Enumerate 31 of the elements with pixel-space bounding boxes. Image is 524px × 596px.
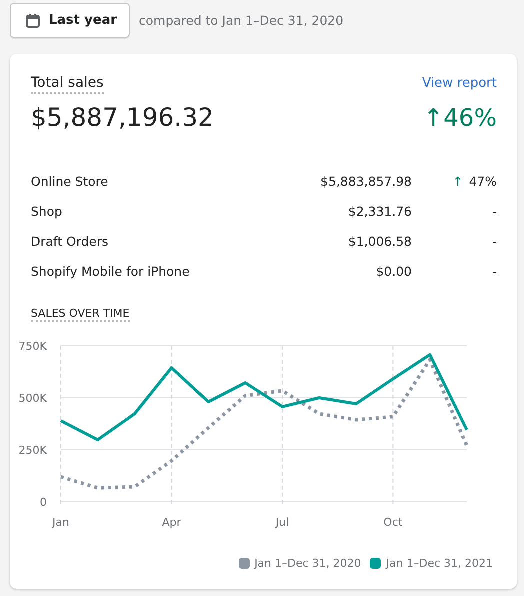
channel-name: Online Store bbox=[31, 174, 110, 188]
channel-change: - bbox=[492, 204, 497, 218]
channel-name: Shopify Mobile for iPhone bbox=[31, 264, 191, 278]
y-axis-label: 500K bbox=[18, 392, 47, 405]
channel-name: Shop bbox=[31, 204, 64, 218]
legend-label: Jan 1–Dec 31, 2020 bbox=[254, 557, 362, 570]
total-change: ↑46% bbox=[424, 104, 497, 132]
channel-name: Draft Orders bbox=[31, 234, 110, 248]
x-axis-label: Oct bbox=[384, 516, 403, 529]
channel-change: - bbox=[492, 234, 497, 248]
total-sales-value: $5,887,196.32 bbox=[31, 103, 214, 132]
x-axis-label: Apr bbox=[162, 516, 182, 529]
channel-amount: $0.00 bbox=[375, 264, 412, 278]
card-title: Total sales bbox=[31, 75, 104, 94]
channel-amount: $5,883,857.98 bbox=[320, 174, 412, 188]
x-axis-label: Jul bbox=[276, 516, 290, 529]
up-arrow: ↑ bbox=[452, 174, 464, 188]
y-axis-label: 250K bbox=[18, 444, 47, 457]
date-range-button[interactable]: Last year bbox=[10, 3, 130, 38]
channel-change: 47% bbox=[469, 174, 497, 188]
x-axis-label: Jan bbox=[52, 516, 70, 529]
chart-title: SALES OVER TIME bbox=[31, 307, 130, 322]
legend-label: Jan 1–Dec 31, 2021 bbox=[386, 557, 493, 570]
calendar-icon bbox=[25, 12, 41, 28]
channel-amount: $1,006.58 bbox=[347, 234, 412, 248]
channel-change: - bbox=[492, 264, 497, 278]
y-axis-label: 0 bbox=[40, 496, 47, 509]
channel-amount: $2,331.76 bbox=[347, 204, 412, 218]
view-report-link[interactable]: View report bbox=[422, 76, 497, 91]
y-axis-label: 750K bbox=[18, 340, 47, 353]
comparison-text: compared to Jan 1–Dec 31, 2020 bbox=[139, 13, 344, 28]
